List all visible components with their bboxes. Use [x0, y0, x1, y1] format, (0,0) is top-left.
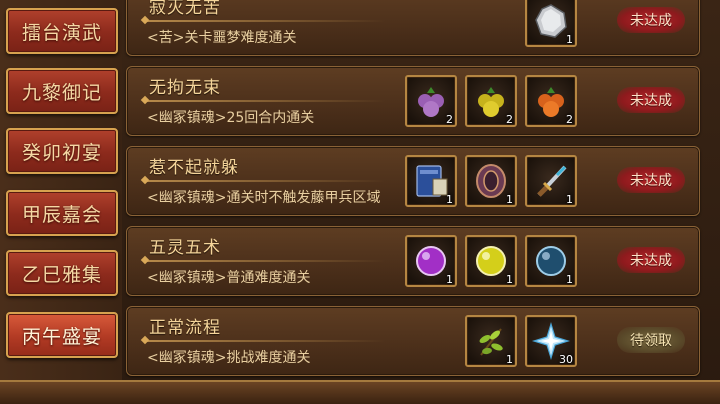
status-badge: 未达成 — [617, 7, 685, 33]
achievement-title: 无拘无束 — [149, 78, 221, 98]
claim-button[interactable]: 待领取 — [617, 327, 685, 353]
reward-count: 2 — [566, 113, 573, 126]
purple-orb-icon — [416, 246, 446, 276]
reward-slot[interactable]: 30 — [525, 315, 577, 367]
tab-jiachen-jiahui[interactable]: 甲辰嘉会 — [6, 190, 118, 236]
purple-fruit-icon — [418, 87, 444, 117]
silver-gem-icon — [535, 4, 567, 38]
reward-count: 2 — [506, 113, 513, 126]
achievement-desc: <幽冢镇魂>挑战难度通关 — [147, 350, 311, 366]
divider — [145, 340, 385, 342]
reward-count: 1 — [566, 33, 573, 46]
status-badge: 未达成 — [617, 87, 685, 113]
achievement-row: 五灵五术 <幽冢镇魂>普通难度通关 1 1 1 未达成 — [126, 226, 700, 296]
reward-list: 2 2 2 — [405, 75, 577, 127]
divider — [145, 100, 385, 102]
achievement-desc: <幽冢镇魂>25回合内通关 — [147, 110, 315, 126]
reward-slot[interactable]: 1 — [525, 235, 577, 287]
achievement-list[interactable]: 寂灭无苦 <苦>关卡噩梦难度通关 1 未达成 无拘无束 <幽冢镇魂>25回合内通… — [122, 0, 720, 404]
tab-bingwu-shengyan[interactable]: 丙午盛宴 — [6, 312, 118, 358]
reward-count: 1 — [566, 193, 573, 206]
achievement-title: 五灵五术 — [149, 238, 221, 258]
category-sidebar: 擂台演武 九黎御记 癸卯初宴 甲辰嘉会 乙巳雅集 丙午盛宴 — [0, 0, 122, 404]
achievement-title: 惹不起就躲 — [149, 158, 239, 178]
orange-fruit-icon — [538, 87, 564, 117]
tab-guimao-chuyan[interactable]: 癸卯初宴 — [6, 128, 118, 174]
reward-list: 1 1 1 — [405, 235, 577, 287]
reward-count: 2 — [446, 113, 453, 126]
tab-yisi-yaji[interactable]: 乙巳雅集 — [6, 250, 118, 296]
reward-count: 1 — [566, 273, 573, 286]
reward-slot[interactable]: 2 — [405, 75, 457, 127]
reward-slot[interactable]: 1 — [465, 155, 517, 207]
achievement-desc: <幽冢镇魂>普通难度通关 — [147, 270, 311, 286]
reward-slot[interactable]: 1 — [405, 155, 457, 207]
achievement-row: 寂灭无苦 <苦>关卡噩梦难度通关 1 未达成 — [126, 0, 700, 56]
reward-count: 1 — [506, 273, 513, 286]
reward-list: 1 30 — [465, 315, 577, 367]
reward-slot[interactable]: 1 — [405, 235, 457, 287]
reward-count: 1 — [506, 193, 513, 206]
reward-count: 30 — [559, 353, 573, 366]
reward-slot[interactable]: 2 — [525, 75, 577, 127]
yellow-orb-icon — [476, 246, 506, 276]
divider — [145, 20, 385, 22]
reward-slot[interactable]: 2 — [465, 75, 517, 127]
bottom-frame — [0, 380, 720, 404]
divider — [145, 180, 385, 182]
reward-slot[interactable]: 1 — [465, 235, 517, 287]
achievement-title: 正常流程 — [149, 318, 221, 338]
reward-list: 1 — [525, 0, 577, 47]
achievement-row: 无拘无束 <幽冢镇魂>25回合内通关 2 2 2 未达成 — [126, 66, 700, 136]
reward-slot[interactable]: 1 — [525, 0, 577, 47]
yellow-fruit-icon — [478, 87, 504, 117]
tab-leitai-yanwu[interactable]: 擂台演武 — [6, 8, 118, 54]
blue-book-icon — [416, 165, 448, 197]
status-badge: 未达成 — [617, 247, 685, 273]
achievement-desc: <幽冢镇魂>通关时不触发藤甲兵区域 — [147, 190, 381, 206]
achievement-desc: <苦>关卡噩梦难度通关 — [147, 30, 297, 46]
scroll-icon — [476, 164, 506, 198]
divider — [145, 260, 385, 262]
status-badge: 未达成 — [617, 167, 685, 193]
dagger-icon — [537, 165, 567, 197]
reward-count: 1 — [446, 193, 453, 206]
blue-orb-icon — [536, 246, 566, 276]
achievement-row: 惹不起就躲 <幽冢镇魂>通关时不触发藤甲兵区域 1 1 1 未达成 — [126, 146, 700, 216]
reward-slot[interactable]: 1 — [525, 155, 577, 207]
reward-list: 1 1 1 — [405, 155, 577, 207]
reward-count: 1 — [506, 353, 513, 366]
achievement-row: 正常流程 <幽冢镇魂>挑战难度通关 1 30 待领取 — [126, 306, 700, 376]
herb-icon — [479, 328, 503, 356]
reward-count: 1 — [446, 273, 453, 286]
tab-jiuli-yuji[interactable]: 九黎御记 — [6, 68, 118, 114]
reward-slot[interactable]: 1 — [465, 315, 517, 367]
achievement-title: 寂灭无苦 — [149, 0, 221, 18]
